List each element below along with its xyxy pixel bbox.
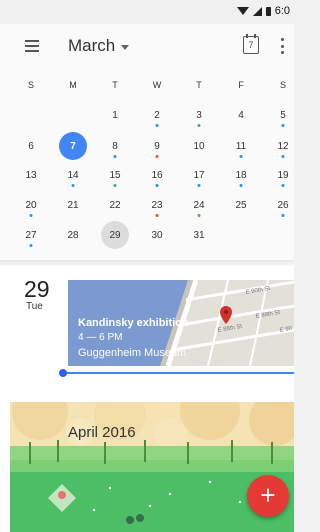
weekday-label: F [238, 80, 244, 90]
event-indicator-dot [71, 184, 75, 187]
calendar-day[interactable]: 30 [143, 221, 171, 249]
event-indicator-dot [281, 214, 285, 217]
month-title: March [68, 36, 116, 55]
event-indicator-dot [281, 155, 285, 158]
event-time: 4 — 6 PM [78, 332, 123, 343]
calendar-day[interactable]: 29 [101, 221, 129, 249]
calendar-day[interactable]: 13 [17, 161, 45, 189]
app-bar: March 7 [0, 24, 294, 70]
calendar-day[interactable]: 6 [17, 132, 45, 160]
agenda-date-number: 29 [24, 276, 50, 302]
event-title: Kandinsky exhibition [78, 317, 189, 329]
calendar-day[interactable]: 31 [185, 221, 213, 249]
calendar-day[interactable]: 22 [101, 191, 129, 219]
calendar-divider [0, 260, 294, 266]
event-indicator-dot [29, 244, 33, 247]
calendar-day[interactable]: 28 [59, 221, 87, 249]
wifi-icon [236, 7, 249, 15]
calendar-day[interactable]: 21 [59, 191, 87, 219]
weekday-label: T [112, 80, 118, 90]
spring-illustration [10, 402, 294, 532]
current-time-line [62, 372, 294, 374]
add-event-button[interactable]: + [247, 475, 289, 517]
weekday-label: S [27, 80, 34, 90]
calendar-day[interactable]: 7 [59, 132, 87, 160]
event-indicator-dot [155, 124, 159, 127]
calendar-day[interactable]: 4 [227, 101, 255, 129]
month-grid: SMTWTFS 1 2 3 4 5 6 7 8 9 10 11 12 13 14 15 16 17 18 19 20 2… [0, 70, 294, 260]
event-indicator-dot [29, 214, 33, 217]
menu-icon[interactable] [25, 40, 39, 52]
event-indicator-dot [239, 184, 243, 187]
month-banner-title: April 2016 [68, 424, 136, 441]
event-indicator-dot [155, 214, 159, 217]
month-selector[interactable]: March [68, 36, 130, 56]
battery-icon [265, 6, 271, 16]
event-location: Guggenheim Museum [78, 347, 187, 359]
event-indicator-dot [113, 155, 117, 158]
event-indicator-dot [155, 184, 159, 187]
today-calendar-icon[interactable]: 7 [243, 34, 259, 54]
event-indicator-dot [197, 184, 201, 187]
event-indicator-dot [113, 184, 117, 187]
weekday-header: SMTWTFS [0, 80, 294, 94]
status-bar: 6:0 [0, 0, 294, 24]
weekday-label: W [152, 80, 162, 90]
weekday-label: T [196, 80, 202, 90]
month-banner: April 2016 [10, 402, 294, 532]
chevron-down-icon [121, 44, 130, 50]
event-indicator-dot [197, 214, 201, 217]
agenda-date-weekday: Tue [26, 301, 43, 312]
event-indicator-dot [155, 155, 159, 158]
status-time: 6:0 [274, 5, 290, 17]
event-indicator-dot [239, 155, 243, 158]
weekday-label: S [279, 80, 286, 90]
calendar-day[interactable]: 1 [101, 101, 129, 129]
event-card[interactable]: E 90th St E 89th St E 88th St E 90 Kandi… [68, 280, 294, 366]
page-edge [0, 266, 10, 532]
weekday-label: M [69, 80, 77, 90]
event-indicator-dot [281, 184, 285, 187]
current-time-dot [59, 369, 67, 377]
event-indicator-dot [197, 124, 201, 127]
signal-icon [252, 6, 262, 16]
calendar-app-screen: 6:0 March 7 SMTWTFS 1 2 3 4 5 6 7 8 9 10 11 12 13 14 1… [0, 0, 294, 532]
calendar-day[interactable]: 10 [185, 132, 213, 160]
calendar-day[interactable]: 25 [227, 191, 255, 219]
event-indicator-dot [281, 124, 285, 127]
more-vert-icon[interactable] [281, 38, 285, 54]
